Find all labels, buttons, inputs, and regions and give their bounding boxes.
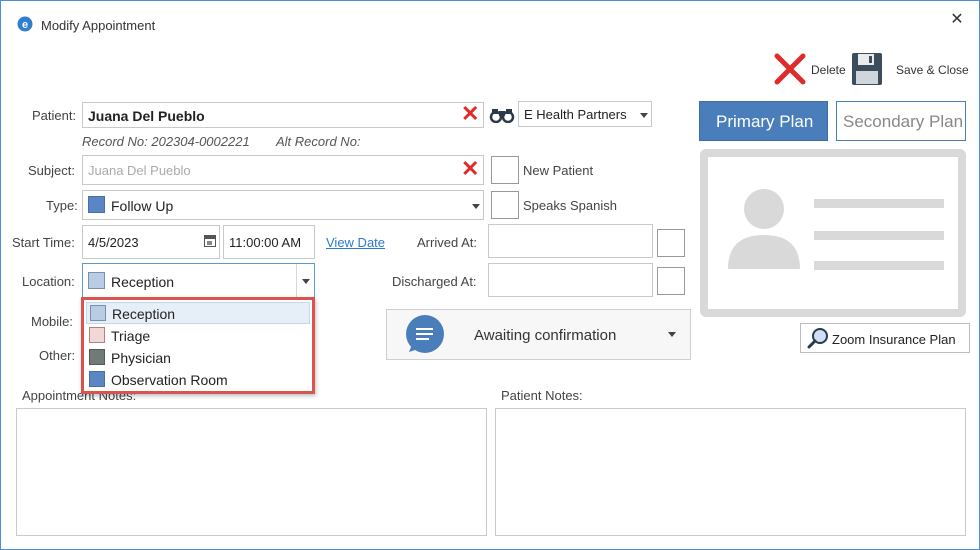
location-option-label: Triage bbox=[111, 328, 151, 344]
location-option-label: Reception bbox=[112, 306, 176, 322]
record-number: Record No: 202304-0002221 bbox=[82, 134, 250, 149]
secondary-plan-tab[interactable]: Secondary Plan bbox=[836, 101, 966, 141]
magnifier-icon bbox=[807, 328, 828, 349]
patient-notes-textarea[interactable] bbox=[495, 408, 966, 536]
save-disk-icon bbox=[852, 53, 882, 85]
arrived-at-label: Arrived At: bbox=[417, 235, 477, 250]
patient-notes-label: Patient Notes: bbox=[501, 388, 583, 403]
binoculars-icon[interactable] bbox=[489, 107, 515, 124]
chevron-down-icon bbox=[668, 332, 676, 337]
location-option-swatch bbox=[89, 371, 105, 387]
chevron-down-icon bbox=[472, 204, 480, 209]
modify-appointment-window: e Modify Appointment ✕ Delete Save & Clo… bbox=[0, 0, 980, 550]
type-select[interactable]: Follow Up bbox=[82, 190, 484, 220]
new-patient-checkbox[interactable] bbox=[491, 156, 519, 184]
start-date-value: 4/5/2023 bbox=[88, 235, 139, 250]
location-option-swatch bbox=[90, 305, 106, 321]
arrived-at-field[interactable] bbox=[488, 224, 653, 258]
person-icon bbox=[728, 189, 800, 269]
delete-button[interactable]: Delete bbox=[773, 51, 847, 87]
location-color-swatch bbox=[88, 272, 105, 289]
type-value: Follow Up bbox=[111, 198, 174, 214]
status-value: Awaiting confirmation bbox=[474, 327, 617, 344]
location-option[interactable]: Reception bbox=[86, 302, 310, 324]
alt-record-label: Alt Record No: bbox=[276, 134, 361, 149]
discharged-at-label: Discharged At: bbox=[392, 274, 477, 289]
subject-label: Subject: bbox=[28, 163, 75, 178]
discharged-checkbox[interactable] bbox=[657, 267, 685, 295]
calendar-icon[interactable] bbox=[204, 235, 216, 247]
location-option[interactable]: Observation Room bbox=[86, 369, 310, 391]
card-line bbox=[814, 199, 944, 208]
insurance-card-placeholder bbox=[700, 149, 966, 317]
location-value: Reception bbox=[111, 274, 175, 290]
speaks-spanish-checkbox[interactable] bbox=[491, 191, 519, 219]
location-option[interactable]: Physician bbox=[86, 347, 310, 369]
patient-field[interactable]: Juana Del Pueblo bbox=[82, 102, 484, 128]
discharged-at-field[interactable] bbox=[488, 263, 653, 297]
patient-label: Patient: bbox=[32, 108, 77, 123]
location-option[interactable]: Triage bbox=[86, 325, 310, 347]
card-line bbox=[814, 231, 944, 240]
clear-patient-icon[interactable]: ✕ bbox=[461, 103, 479, 125]
delete-label: Delete bbox=[811, 63, 846, 77]
arrived-checkbox[interactable] bbox=[657, 229, 685, 257]
speaks-spanish-label: Speaks Spanish bbox=[523, 198, 617, 213]
new-patient-label: New Patient bbox=[523, 163, 594, 178]
start-date-field[interactable]: 4/5/2023 bbox=[82, 225, 220, 259]
type-color-swatch bbox=[88, 196, 105, 213]
subject-field[interactable]: Juana Del Pueblo bbox=[82, 155, 484, 185]
start-time-value: 11:00:00 AM bbox=[229, 235, 302, 250]
clear-subject-icon[interactable]: ✕ bbox=[461, 158, 479, 180]
patient-value: Juana Del Pueblo bbox=[88, 108, 205, 124]
location-option-label: Physician bbox=[111, 350, 171, 366]
mobile-label: Mobile: bbox=[31, 314, 73, 329]
subject-placeholder: Juana Del Pueblo bbox=[88, 163, 191, 178]
zoom-insurance-plan-button[interactable]: Zoom Insurance Plan bbox=[800, 323, 970, 353]
location-option-swatch bbox=[89, 327, 105, 343]
practice-select[interactable]: E Health Partners bbox=[518, 101, 652, 127]
primary-plan-label: Primary Plan bbox=[716, 112, 814, 131]
type-label: Type: bbox=[46, 198, 78, 213]
save-close-button[interactable]: Save & Close bbox=[851, 51, 969, 87]
window-title: Modify Appointment bbox=[41, 18, 156, 33]
secondary-plan-label: Secondary Plan bbox=[843, 112, 964, 131]
delete-x-icon bbox=[774, 53, 806, 85]
other-label: Other: bbox=[39, 348, 76, 363]
location-dropdown-list: Reception Triage Physician Observation R… bbox=[81, 297, 315, 394]
location-option-swatch bbox=[89, 349, 105, 365]
zoom-insurance-plan-label: Zoom Insurance Plan bbox=[832, 332, 956, 347]
chevron-down-icon bbox=[640, 113, 648, 118]
start-time-field[interactable]: 11:00:00 AM bbox=[223, 225, 315, 259]
card-line bbox=[814, 261, 944, 270]
appointment-notes-textarea[interactable] bbox=[16, 408, 487, 536]
chevron-down-icon bbox=[302, 279, 310, 284]
start-time-label: Start Time: bbox=[12, 235, 75, 250]
app-icon: e bbox=[17, 16, 33, 32]
svg-text:e: e bbox=[22, 19, 28, 31]
practice-value: E Health Partners bbox=[524, 107, 627, 122]
location-option-label: Observation Room bbox=[111, 372, 228, 388]
view-date-link[interactable]: View Date bbox=[326, 235, 385, 250]
primary-plan-tab[interactable]: Primary Plan bbox=[699, 101, 828, 141]
status-select[interactable]: Awaiting confirmation bbox=[386, 309, 691, 360]
save-close-label: Save & Close bbox=[896, 63, 969, 77]
chat-bubble-icon bbox=[406, 315, 444, 353]
close-window-button[interactable]: ✕ bbox=[947, 9, 967, 29]
location-label: Location: bbox=[22, 274, 75, 289]
location-select[interactable]: Reception bbox=[82, 263, 315, 298]
